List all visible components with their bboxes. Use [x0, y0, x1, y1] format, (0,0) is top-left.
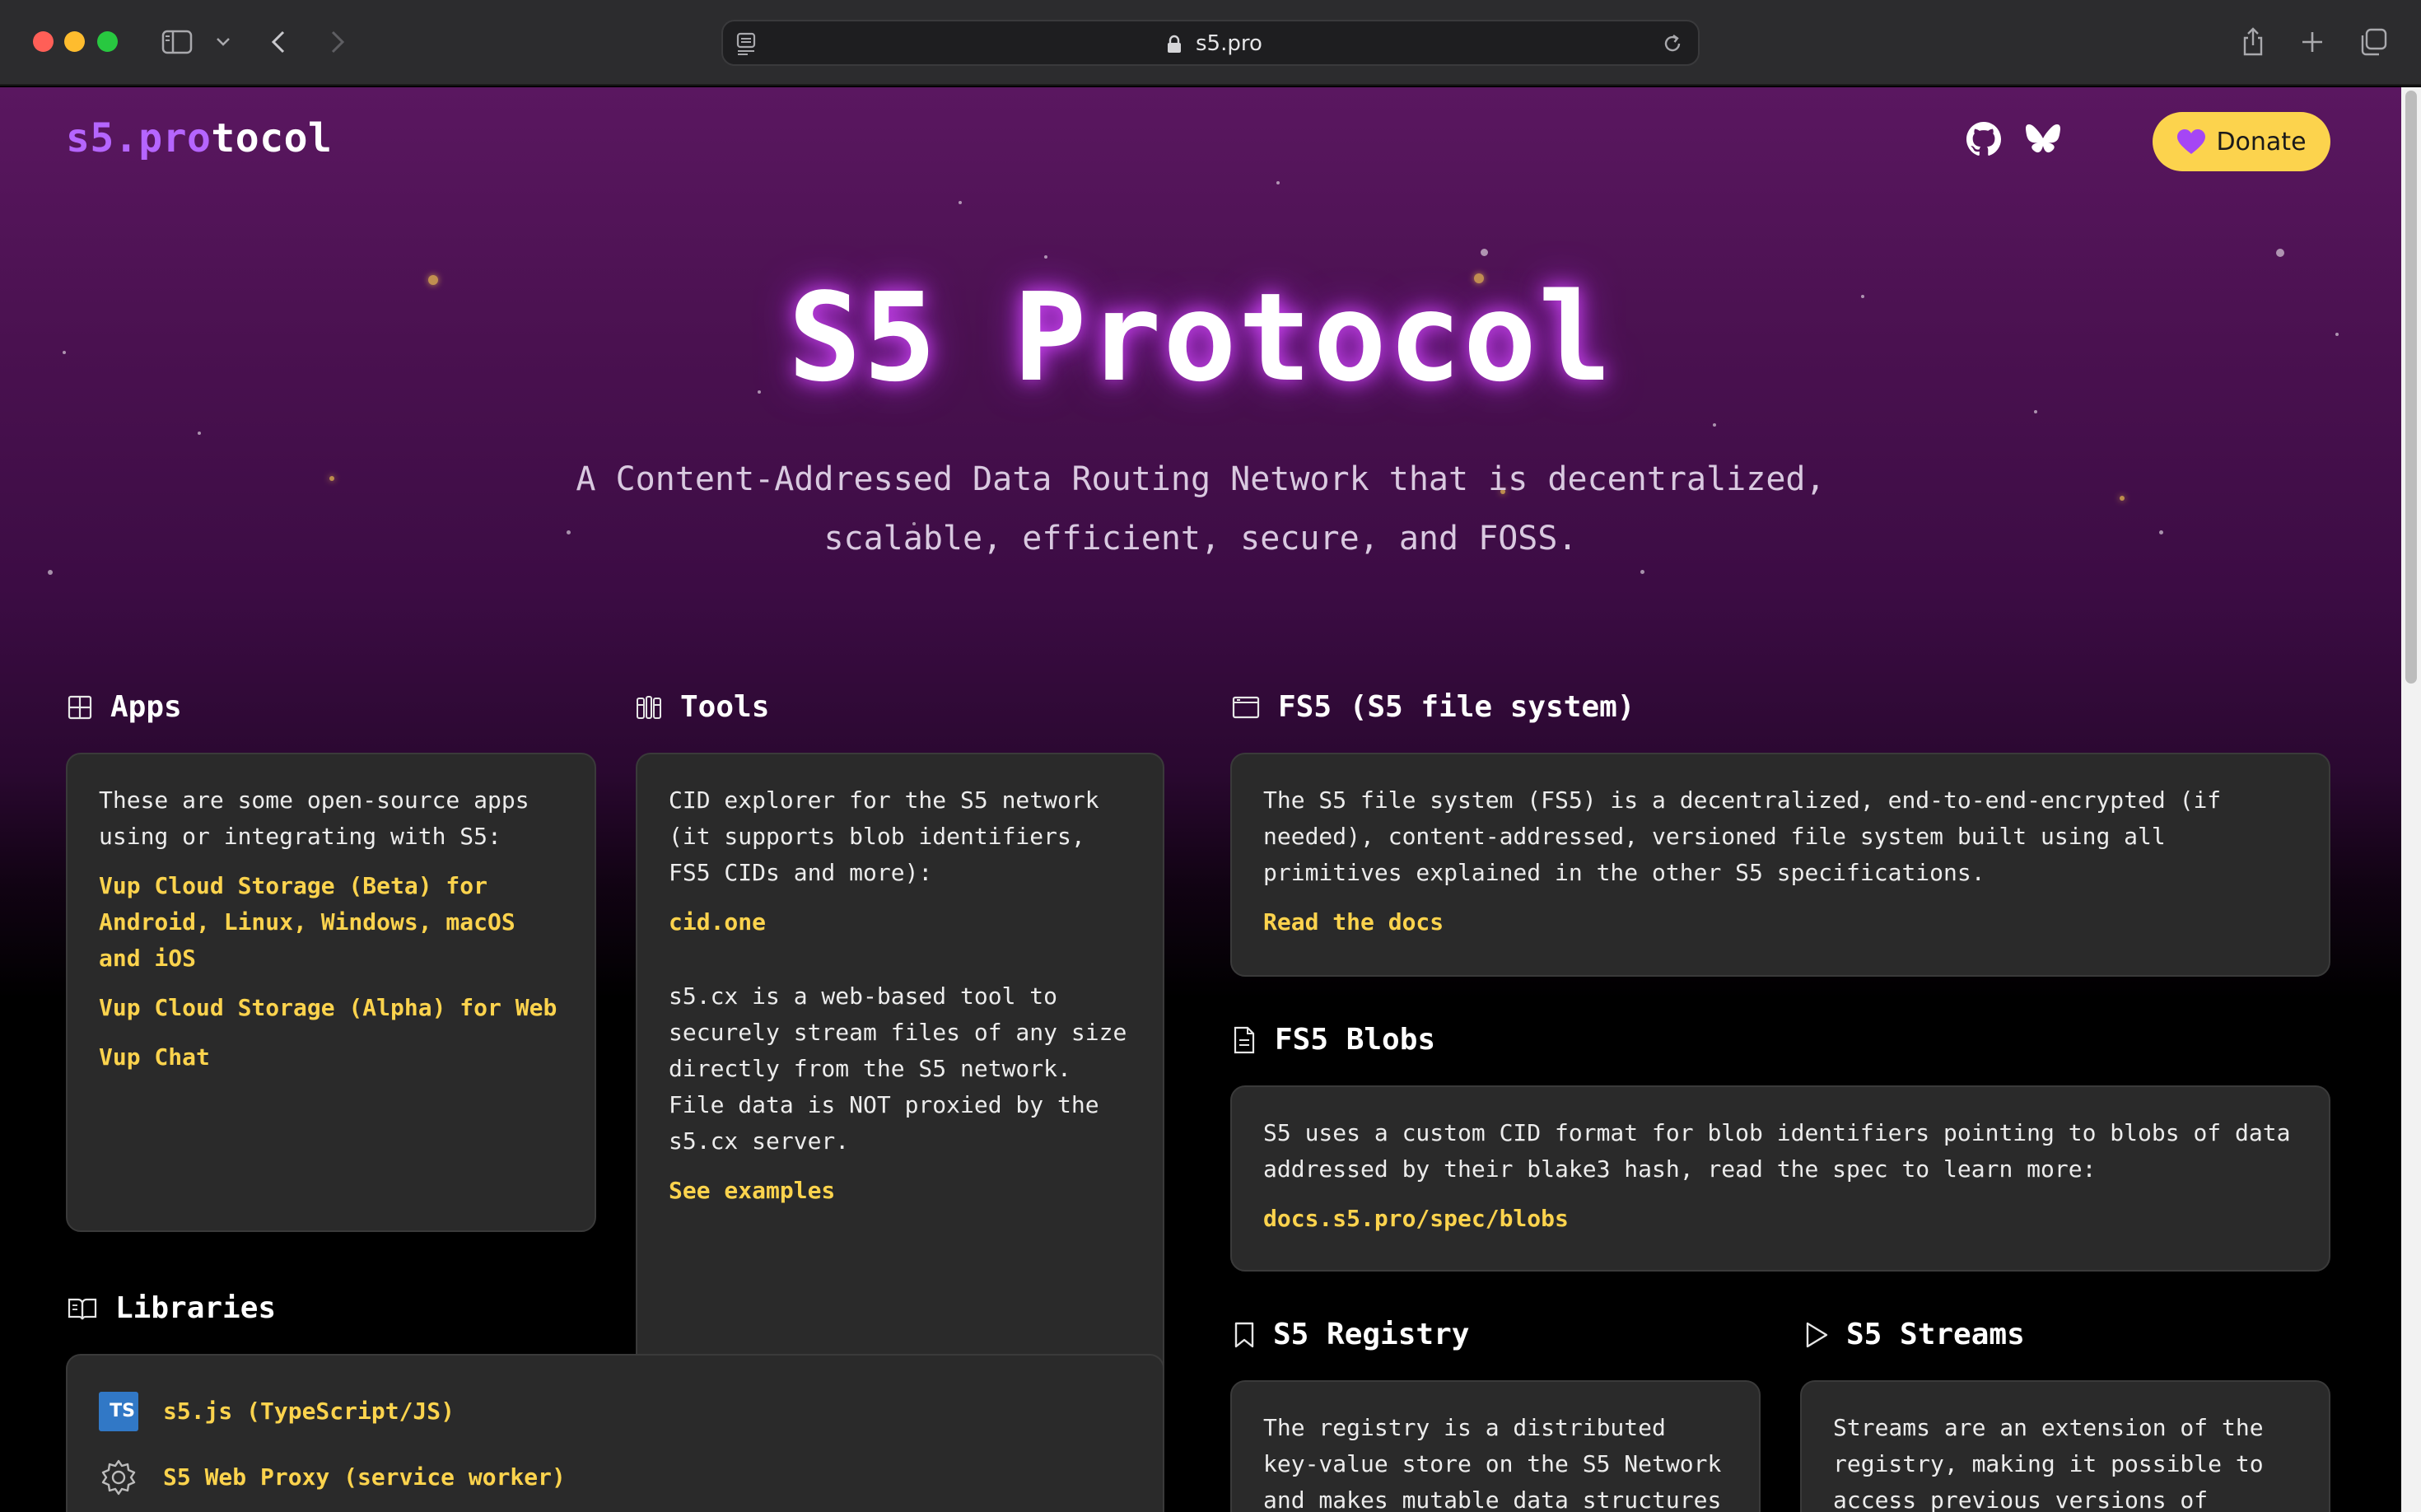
section-title-text: Tools — [680, 690, 770, 724]
cid-explorer-text: CID explorer for the S5 network (it supp… — [669, 786, 1099, 886]
section-title-text: Libraries — [115, 1291, 277, 1325]
s5js-link[interactable]: s5.js (TypeScript/JS) — [163, 1393, 455, 1430]
see-examples-link[interactable]: See examples — [669, 1173, 1131, 1209]
play-icon — [1806, 1322, 1828, 1347]
libraries-section-title: Libraries — [68, 1291, 276, 1325]
bluesky-icon[interactable] — [2024, 120, 2062, 158]
section-title-text: FS5 Blobs — [1275, 1023, 1436, 1057]
vup-alpha-link[interactable]: Vup Cloud Storage (Alpha) for Web — [99, 990, 563, 1026]
hero-subtitle-line: A Content-Addressed Data Routing Network… — [576, 460, 1826, 498]
apps-intro: These are some open-source apps using or… — [99, 786, 529, 850]
star-decoration — [1640, 570, 1644, 574]
grid-icon — [68, 695, 92, 719]
star-decoration — [2276, 249, 2284, 257]
window-icon — [1232, 696, 1260, 718]
vup-beta-link[interactable]: Vup Cloud Storage (Beta) for Android, Li… — [99, 868, 563, 977]
blobs-section-title: FS5 Blobs — [1232, 1023, 1435, 1057]
page-content: s5.protocol Donate S5 Protocol A Content… — [0, 87, 2401, 1512]
fs5-description: The S5 file system (FS5) is a decentrali… — [1263, 786, 2222, 886]
read-the-docs-link[interactable]: Read the docs — [1263, 904, 2297, 940]
s5cx-text: s5.cx is a web-based tool to securely st… — [669, 982, 1127, 1155]
page-title: S5 Protocol — [787, 267, 1614, 408]
streams-card: Streams are an extension of the registry… — [1800, 1380, 2330, 1512]
address-bar[interactable]: s5.pro — [721, 20, 1700, 66]
reader-icon[interactable] — [736, 32, 758, 58]
zoom-window-button[interactable] — [97, 31, 118, 52]
bookmark-icon — [1234, 1322, 1254, 1347]
web-proxy-link[interactable]: S5 Web Proxy (service worker) — [163, 1459, 566, 1496]
library-item[interactable]: S5 Web Proxy (service worker) — [99, 1444, 1131, 1510]
new-tab-icon[interactable] — [2296, 21, 2329, 63]
libraries-card: TS s5.js (TypeScript/JS) S5 Web Proxy (s… — [66, 1354, 1164, 1512]
forward-icon[interactable] — [321, 21, 354, 63]
typescript-icon: TS — [99, 1392, 138, 1431]
share-icon[interactable] — [2237, 21, 2269, 63]
streams-description: Streams are an extension of the registry… — [1833, 1414, 2264, 1512]
tabs-overview-icon[interactable] — [2357, 21, 2390, 63]
registry-section-title: S5 Registry — [1234, 1318, 1469, 1351]
section-title-text: Apps — [110, 690, 182, 724]
star-decoration — [198, 432, 201, 435]
section-title-text: S5 Streams — [1846, 1318, 2025, 1351]
file-icon — [1234, 1026, 1255, 1053]
browser-toolbar: s5.pro — [0, 0, 2421, 86]
star-decoration — [1276, 181, 1280, 184]
page-scrollbar[interactable] — [2401, 87, 2421, 1512]
streams-section-title: S5 Streams — [1805, 1318, 2025, 1351]
minimize-window-button[interactable] — [64, 31, 85, 52]
star-decoration — [1044, 255, 1047, 259]
blobs-spec-link[interactable]: docs.s5.pro/spec/blobs — [1263, 1201, 2297, 1237]
blobs-description: S5 uses a custom CID format for blob ide… — [1263, 1119, 2291, 1183]
fs5-card: The S5 file system (FS5) is a decentrali… — [1230, 753, 2330, 977]
site-logo[interactable]: s5.protocol — [66, 115, 332, 161]
cid-one-link[interactable]: cid.one — [669, 904, 1131, 940]
lock-icon — [1166, 35, 1183, 58]
github-icon[interactable] — [1965, 120, 2003, 158]
hero-subtitle-line: scalable, efficient, secure, and FOSS. — [823, 520, 1578, 558]
close-window-button[interactable] — [33, 31, 54, 52]
apps-card: These are some open-source apps using or… — [66, 753, 596, 1232]
hero-subtitle: A Content-Addressed Data Routing Network… — [0, 450, 2401, 568]
library-item[interactable]: TS s5.js (TypeScript/JS) — [99, 1379, 1131, 1444]
donate-label: Donate — [2216, 127, 2307, 156]
book-icon — [68, 1298, 97, 1319]
registry-card: The registry is a distributed key-value … — [1230, 1380, 1761, 1512]
registry-description: The registry is a distributed key-value … — [1263, 1414, 1722, 1512]
star-decoration — [1713, 423, 1716, 427]
logo-text: tocol — [211, 115, 333, 161]
star-decoration — [2034, 410, 2037, 413]
blobs-card: S5 uses a custom CID format for blob ide… — [1230, 1085, 2330, 1272]
back-icon[interactable] — [262, 21, 295, 63]
vup-chat-link[interactable]: Vup Chat — [99, 1039, 563, 1076]
tools-card: CID explorer for the S5 network (it supp… — [636, 753, 1164, 1408]
scrollbar-thumb[interactable] — [2405, 91, 2417, 684]
apps-section-title: Apps — [68, 690, 182, 724]
reload-icon[interactable] — [1662, 33, 1683, 58]
sidebar-icon[interactable] — [158, 21, 196, 63]
chevron-down-icon[interactable] — [211, 21, 236, 63]
tools-icon — [637, 695, 661, 719]
section-title-text: S5 Registry — [1273, 1318, 1470, 1351]
tools-section-title: Tools — [636, 690, 769, 724]
gear-icon — [101, 1459, 136, 1496]
logo-text-accent: s5.pro — [66, 115, 212, 161]
donate-button[interactable]: Donate — [2153, 112, 2330, 171]
star-decoration — [1481, 249, 1488, 256]
fs5-section-title: FS5 (S5 file system) — [1232, 690, 1635, 724]
section-title-text: FS5 (S5 file system) — [1278, 690, 1635, 724]
heart-icon — [2177, 129, 2206, 154]
star-decoration — [959, 201, 962, 204]
url-text: s5.pro — [1196, 31, 1262, 56]
star-decoration — [48, 570, 53, 575]
